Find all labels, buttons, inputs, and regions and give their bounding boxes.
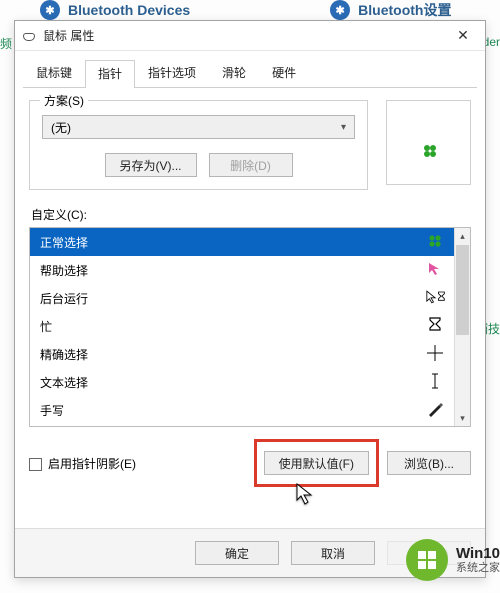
chevron-down-icon: ▾	[341, 122, 346, 133]
dialog-title: 鼠标 属性	[43, 27, 94, 44]
tab-wheel[interactable]: 滑轮	[209, 59, 259, 87]
tabs: 鼠标键 指针 指针选项 滑轮 硬件	[23, 59, 477, 88]
watermark-line1: Win10	[456, 546, 500, 563]
list-item[interactable]: 手写	[30, 396, 454, 424]
cursor-preview	[386, 100, 471, 185]
checkbox-label: 启用指针阴影(E)	[48, 457, 136, 471]
green-clover-icon	[422, 143, 438, 159]
ibeam-icon	[426, 373, 444, 392]
close-icon: ✕	[457, 27, 469, 44]
tab-pointer-options[interactable]: 指针选项	[135, 59, 209, 87]
watermark-line2: 系统之家	[456, 562, 500, 574]
hourglass-icon	[426, 317, 444, 336]
list-item[interactable]: 文本选择	[30, 368, 454, 396]
pen-icon	[426, 401, 444, 420]
mouse-icon	[23, 29, 37, 43]
delete-button: 删除(D)	[209, 153, 293, 177]
save-as-button[interactable]: 另存为(V)...	[105, 153, 197, 177]
scheme-value: (无)	[51, 119, 71, 136]
scroll-up-icon[interactable]: ▴	[455, 228, 470, 244]
list-item-label: 帮助选择	[40, 262, 88, 279]
enable-shadow-checkbox[interactable]: 启用指针阴影(E)	[29, 455, 136, 472]
bg-fragment-left: 频	[0, 35, 12, 52]
scheme-group: 方案(S) (无) ▾ 另存为(V)... 删除(D)	[29, 100, 368, 190]
tab-hardware[interactable]: 硬件	[259, 59, 309, 87]
list-item-label: 后台运行	[40, 290, 88, 307]
scroll-thumb[interactable]	[456, 245, 469, 335]
list-item[interactable]: 忙	[30, 312, 454, 340]
red-highlight: 使用默认值(F)	[256, 441, 377, 485]
scroll-down-icon[interactable]: ▾	[455, 410, 470, 426]
list-item-label: 文本选择	[40, 374, 88, 391]
ok-button[interactable]: 确定	[195, 541, 279, 565]
customize-label: 自定义(C):	[31, 206, 471, 223]
browse-button[interactable]: 浏览(B)...	[387, 451, 471, 475]
tab-pointers[interactable]: 指针	[85, 60, 135, 88]
cursor-hourglass-icon	[426, 289, 444, 308]
list-item-label: 忙	[40, 318, 52, 335]
titlebar: 鼠标 属性 ✕	[15, 21, 485, 51]
scheme-legend: 方案(S)	[40, 92, 88, 109]
bt-settings-label: Bluetooth设置	[358, 0, 451, 20]
list-item-label: 精确选择	[40, 346, 88, 363]
pink-arrow-icon	[426, 261, 444, 280]
crosshair-icon	[426, 345, 444, 364]
bluetooth-icon: ✱	[40, 0, 60, 20]
listbox-scrollbar[interactable]: ▴ ▾	[454, 228, 470, 426]
close-button[interactable]: ✕	[443, 22, 483, 50]
list-item-label: 手写	[40, 402, 64, 419]
tab-buttons[interactable]: 鼠标键	[23, 59, 85, 87]
list-item[interactable]: 正常选择	[30, 228, 454, 256]
watermark: Win10 系统之家	[406, 539, 500, 581]
bt-devices-label: Bluetooth Devices	[68, 2, 190, 18]
cursor-listbox[interactable]: 正常选择 帮助选择 后台运行 忙 精确选择	[29, 227, 471, 427]
bluetooth-icon: ✱	[330, 0, 350, 20]
green-clover-icon	[426, 233, 444, 252]
list-item-label: 正常选择	[40, 234, 88, 251]
watermark-badge-icon	[406, 539, 448, 581]
mouse-properties-dialog: 鼠标 属性 ✕ 鼠标键 指针 指针选项 滑轮 硬件 方案(S) (无) ▾ 另存…	[14, 20, 486, 578]
scheme-combobox[interactable]: (无) ▾	[42, 115, 355, 139]
list-item[interactable]: 精确选择	[30, 340, 454, 368]
cancel-button[interactable]: 取消	[291, 541, 375, 565]
use-default-button[interactable]: 使用默认值(F)	[264, 451, 369, 475]
list-item[interactable]: 后台运行	[30, 284, 454, 312]
list-item[interactable]: 帮助选择	[30, 256, 454, 284]
